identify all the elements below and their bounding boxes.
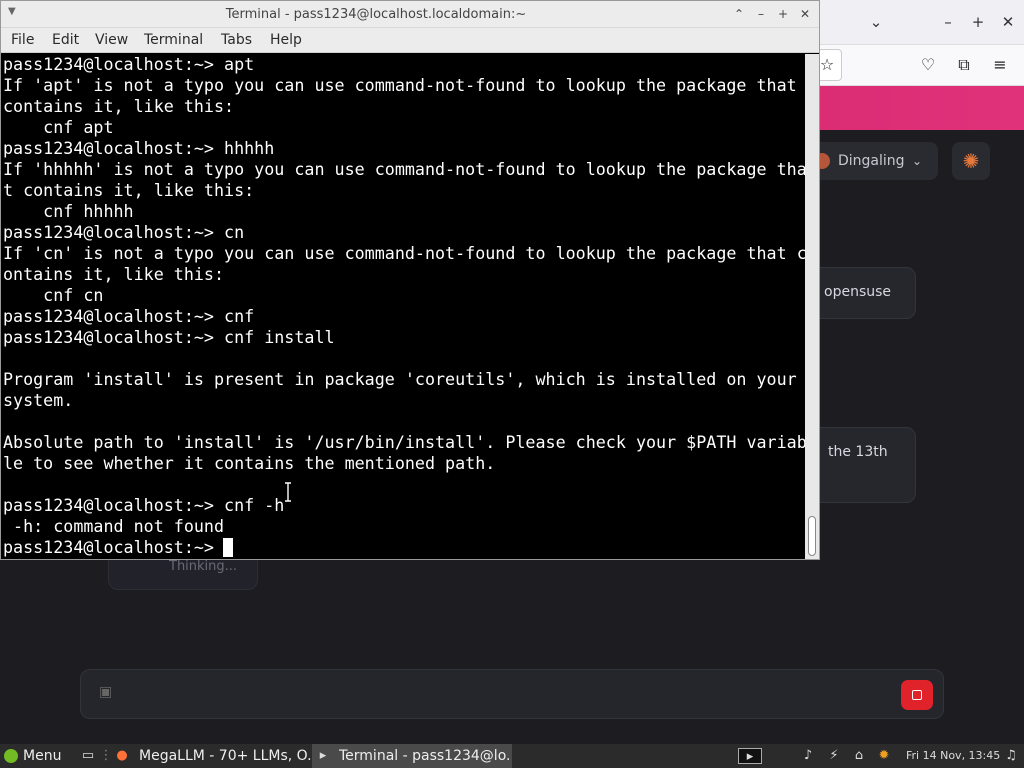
terminal-icon: ▸ (319, 748, 327, 763)
stop-button[interactable] (901, 680, 933, 710)
terminal-line: cnf cn (3, 285, 104, 305)
scrollbar[interactable] (805, 54, 819, 559)
text-cursor (223, 538, 233, 557)
terminal-line: t contains it, like this: (3, 180, 255, 200)
terminal-line: pass1234@localhost:~> apt (3, 54, 255, 74)
terminal-line: cnf apt (3, 117, 114, 137)
clock[interactable]: Fri 14 Nov, 13:45 (906, 744, 1000, 768)
message-text: opensuse (824, 284, 892, 300)
pocket-icon[interactable]: ♡ (916, 53, 940, 77)
network-icon[interactable]: ⌂ (851, 748, 867, 764)
start-menu-button[interactable]: Menu (23, 744, 61, 768)
notifications-bell-icon[interactable]: ♫ (1003, 748, 1019, 764)
workspace-switcher-icon[interactable]: ▸ (738, 748, 762, 764)
terminal-line: pass1234@localhost:~> cn (3, 222, 245, 242)
ibeam-cursor-icon (285, 482, 291, 502)
message-text: the 13th (828, 444, 888, 460)
thinking-text: Thinking... (169, 559, 238, 574)
chevron-down-icon: ⌄ (912, 154, 923, 168)
opensuse-logo-icon[interactable] (4, 749, 18, 763)
terminal-menubar: File Edit View Terminal Tabs Help (1, 28, 819, 53)
menu-terminal[interactable]: Terminal (144, 28, 203, 53)
terminal-line: If 'hhhhh' is not a typo you can use com… (3, 159, 805, 179)
chat-input[interactable]: ▣ (80, 669, 944, 719)
terminal-titlebar[interactable]: ▼ Terminal - pass1234@localhost.localdom… (1, 1, 819, 28)
model-selector-label: Dingaling (838, 153, 905, 169)
tab-list-chevron-icon[interactable]: ⌄ (864, 10, 888, 34)
menu-file[interactable]: File (11, 28, 34, 53)
terminal-line: system. (3, 390, 74, 410)
extensions-icon[interactable]: ⧉ (952, 53, 976, 77)
power-manager-icon[interactable]: ⚡ (826, 748, 842, 764)
hamburger-menu-icon[interactable]: ≡ (988, 53, 1012, 77)
terminal-line: pass1234@localhost:~> (3, 537, 225, 557)
minimize-icon[interactable]: – (752, 5, 770, 23)
menu-help[interactable]: Help (270, 28, 302, 53)
menu-edit[interactable]: Edit (52, 28, 79, 53)
terminal-line: pass1234@localhost:~> cnf (3, 306, 255, 326)
terminal-line: Program 'install' is present in package … (3, 369, 797, 389)
maximize-icon[interactable]: + (774, 5, 792, 23)
image-attach-icon[interactable]: ▣ (99, 684, 112, 700)
updates-icon[interactable]: ✹ (876, 748, 892, 764)
terminal-line: -h: command not found (3, 516, 225, 536)
terminal-line: cnf hhhhh (3, 201, 134, 221)
terminal-line: Absolute path to 'install' is '/usr/bin/… (3, 432, 805, 452)
task-terminal-label: Terminal - pass1234@lo... (339, 748, 511, 764)
terminal-line: If 'cn' is not a typo you can use comman… (3, 243, 805, 263)
scrollbar-thumb[interactable] (808, 516, 816, 556)
terminal-screen[interactable]: pass1234@localhost:~> apt If 'apt' is not… (1, 54, 805, 559)
menu-view[interactable]: View (95, 28, 128, 53)
taskbar: Menu ▭ ⋮ ● MegaLLM - 70+ LLMs, O... ▸ Te… (0, 744, 1024, 768)
terminal-line: pass1234@localhost:~> hhhhh (3, 138, 275, 158)
terminal-line: ontains it, like this: (3, 264, 225, 284)
close-icon[interactable]: ✕ (796, 5, 814, 23)
spark-icon[interactable]: ✺ (952, 142, 990, 180)
terminal-line: pass1234@localhost:~> cnf -h (3, 495, 285, 515)
menu-tabs[interactable]: Tabs (221, 28, 252, 53)
terminal-line: If 'apt' is not a typo you can use comma… (3, 75, 797, 95)
window-title: Terminal - pass1234@localhost.localdomai… (225, 7, 527, 22)
terminal-line: pass1234@localhost:~> cnf install (3, 327, 335, 347)
launcher-separator-icon: ⋮ (99, 748, 113, 763)
task-browser[interactable]: MegaLLM - 70+ LLMs, O... (139, 744, 311, 768)
terminal-line: contains it, like this: (3, 96, 235, 116)
show-desktop-icon[interactable]: ▭ (80, 748, 96, 764)
volume-icon[interactable]: ♪ (800, 748, 816, 764)
maximize-icon[interactable]: + (966, 10, 990, 34)
terminal-output: pass1234@localhost:~> apt If 'apt' is not… (3, 54, 805, 558)
task-terminal[interactable]: ▸ Terminal - pass1234@lo... (312, 744, 512, 768)
minimize-icon[interactable]: – (936, 10, 960, 34)
terminal-window: ▼ Terminal - pass1234@localhost.localdom… (0, 0, 820, 560)
firefox-icon[interactable]: ● (114, 748, 130, 764)
terminal-line: le to see whether it contains the mentio… (3, 453, 496, 473)
stop-icon (912, 690, 922, 700)
shade-icon[interactable]: ⌃ (730, 5, 748, 23)
close-icon[interactable]: ✕ (996, 10, 1020, 34)
